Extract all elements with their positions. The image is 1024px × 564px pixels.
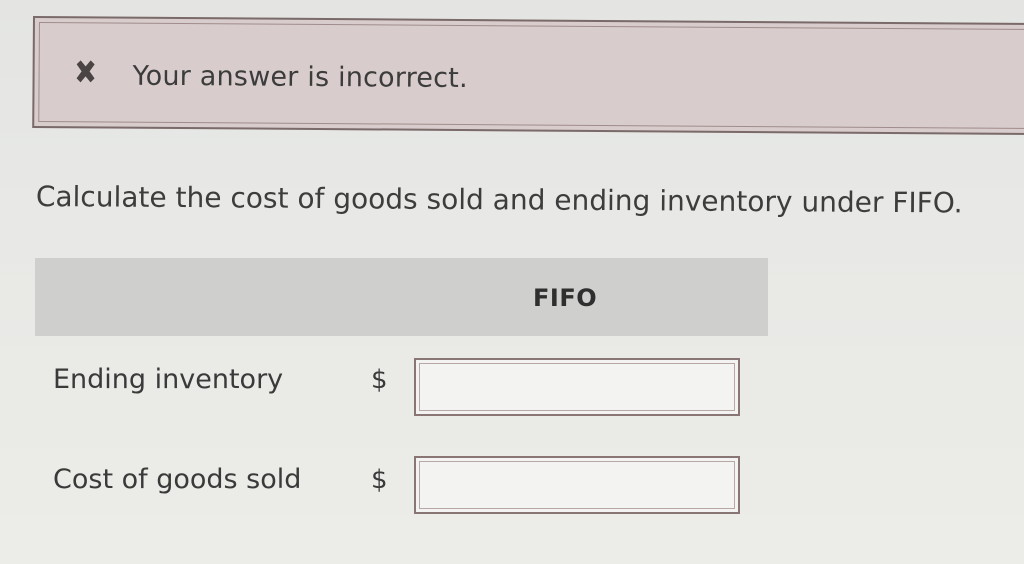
column-header-fifo: FIFO: [533, 284, 598, 312]
feedback-alert: Your answer is incorrect.: [32, 16, 1024, 136]
cost-of-goods-sold-input[interactable]: [422, 464, 732, 506]
close-icon: [76, 60, 95, 83]
row-label-cost-of-goods-sold: Cost of goods sold: [53, 464, 302, 495]
ending-inventory-input[interactable]: [422, 366, 732, 408]
question-prompt: Calculate the cost of goods sold and end…: [35, 180, 963, 220]
row-label-ending-inventory: Ending inventory: [53, 364, 284, 395]
currency-symbol: $: [371, 365, 388, 395]
cost-of-goods-sold-field[interactable]: [414, 456, 740, 514]
ending-inventory-field[interactable]: [414, 358, 740, 416]
alert-message: Your answer is incorrect.: [132, 60, 468, 95]
table-header: FIFO: [35, 258, 768, 336]
currency-symbol: $: [371, 465, 388, 495]
